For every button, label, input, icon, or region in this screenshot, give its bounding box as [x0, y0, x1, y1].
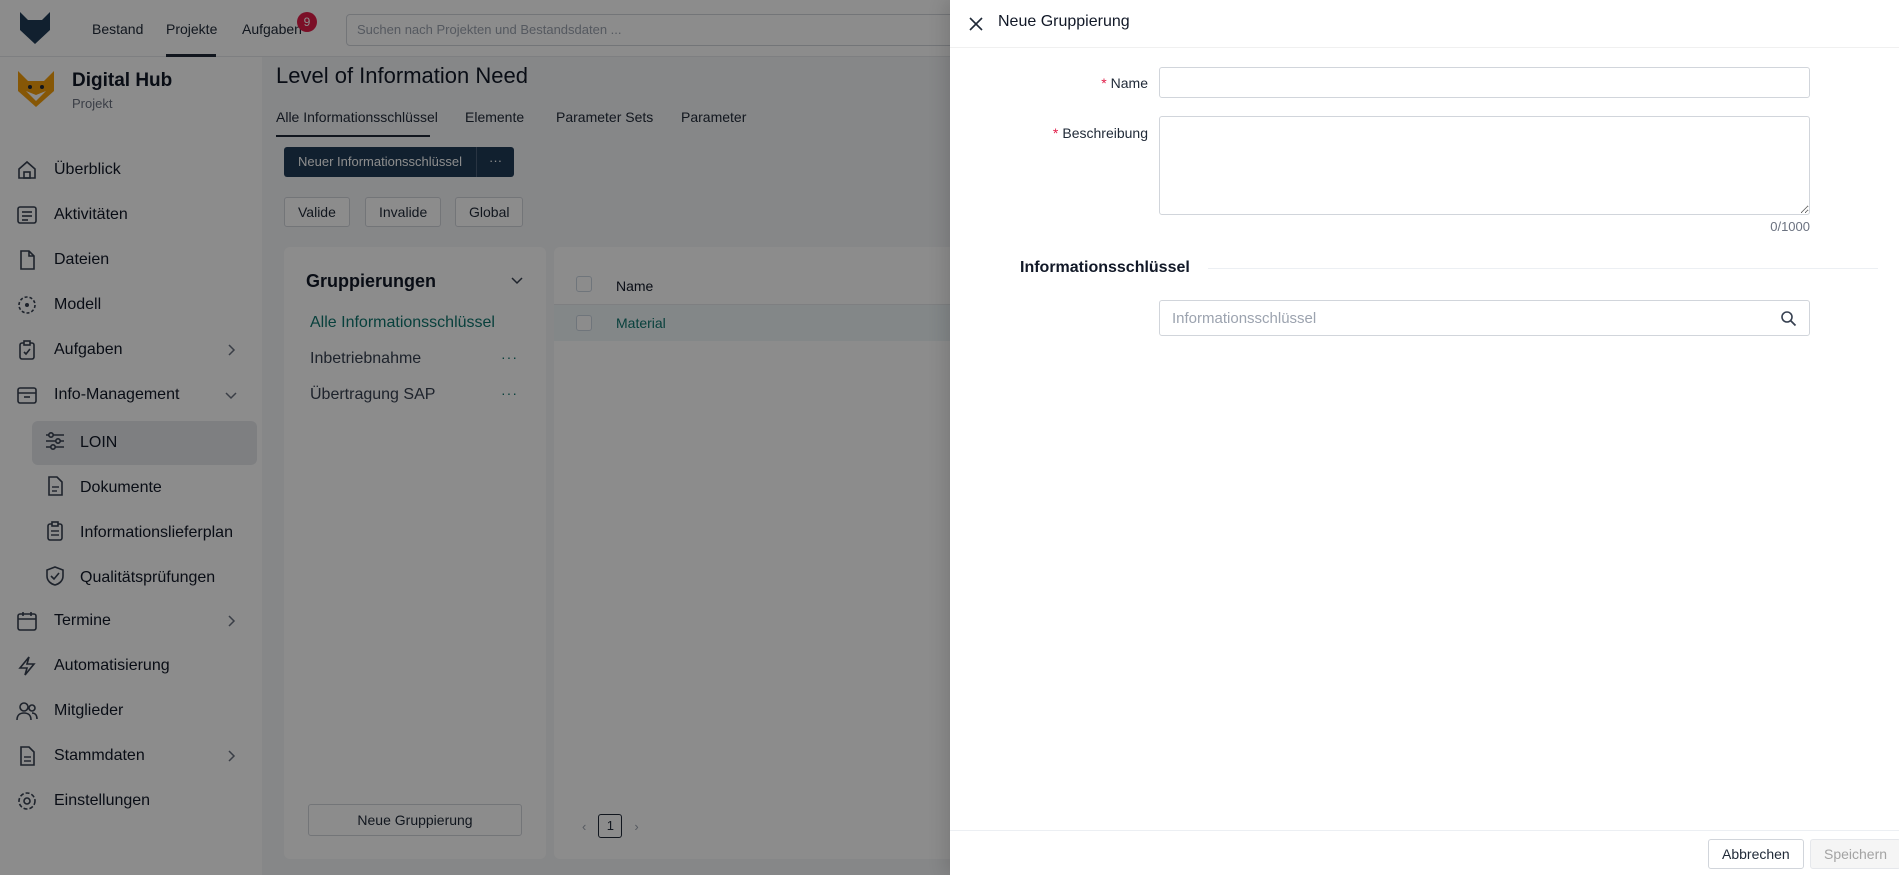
drawer-header: Neue Gruppierung: [950, 0, 1899, 48]
information-key-search-input[interactable]: [1160, 301, 1760, 335]
description-label-text: Beschreibung: [1062, 125, 1148, 141]
name-field[interactable]: [1159, 67, 1810, 98]
section-title-information-keys: Informationsschlüssel: [1020, 259, 1208, 277]
drawer-title: Neue Gruppierung: [998, 13, 1130, 30]
drawer-footer: Abbrechen Speichern: [950, 830, 1899, 875]
search-icon[interactable]: [1780, 310, 1797, 327]
required-marker: *: [1101, 75, 1107, 91]
cancel-button[interactable]: Abbrechen: [1708, 839, 1804, 869]
description-field[interactable]: [1159, 116, 1810, 215]
close-icon[interactable]: [966, 14, 986, 34]
save-button[interactable]: Speichern: [1810, 839, 1899, 869]
new-grouping-drawer: Neue Gruppierung * Name * Beschreibung 0/1…: [950, 0, 1899, 875]
name-label: * Name: [968, 75, 1148, 91]
description-label: * Beschreibung: [968, 125, 1148, 141]
name-label-text: Name: [1110, 75, 1148, 91]
required-marker: *: [1052, 125, 1059, 141]
information-key-search: [1159, 300, 1810, 336]
description-char-count: 0/1000: [1770, 219, 1810, 234]
